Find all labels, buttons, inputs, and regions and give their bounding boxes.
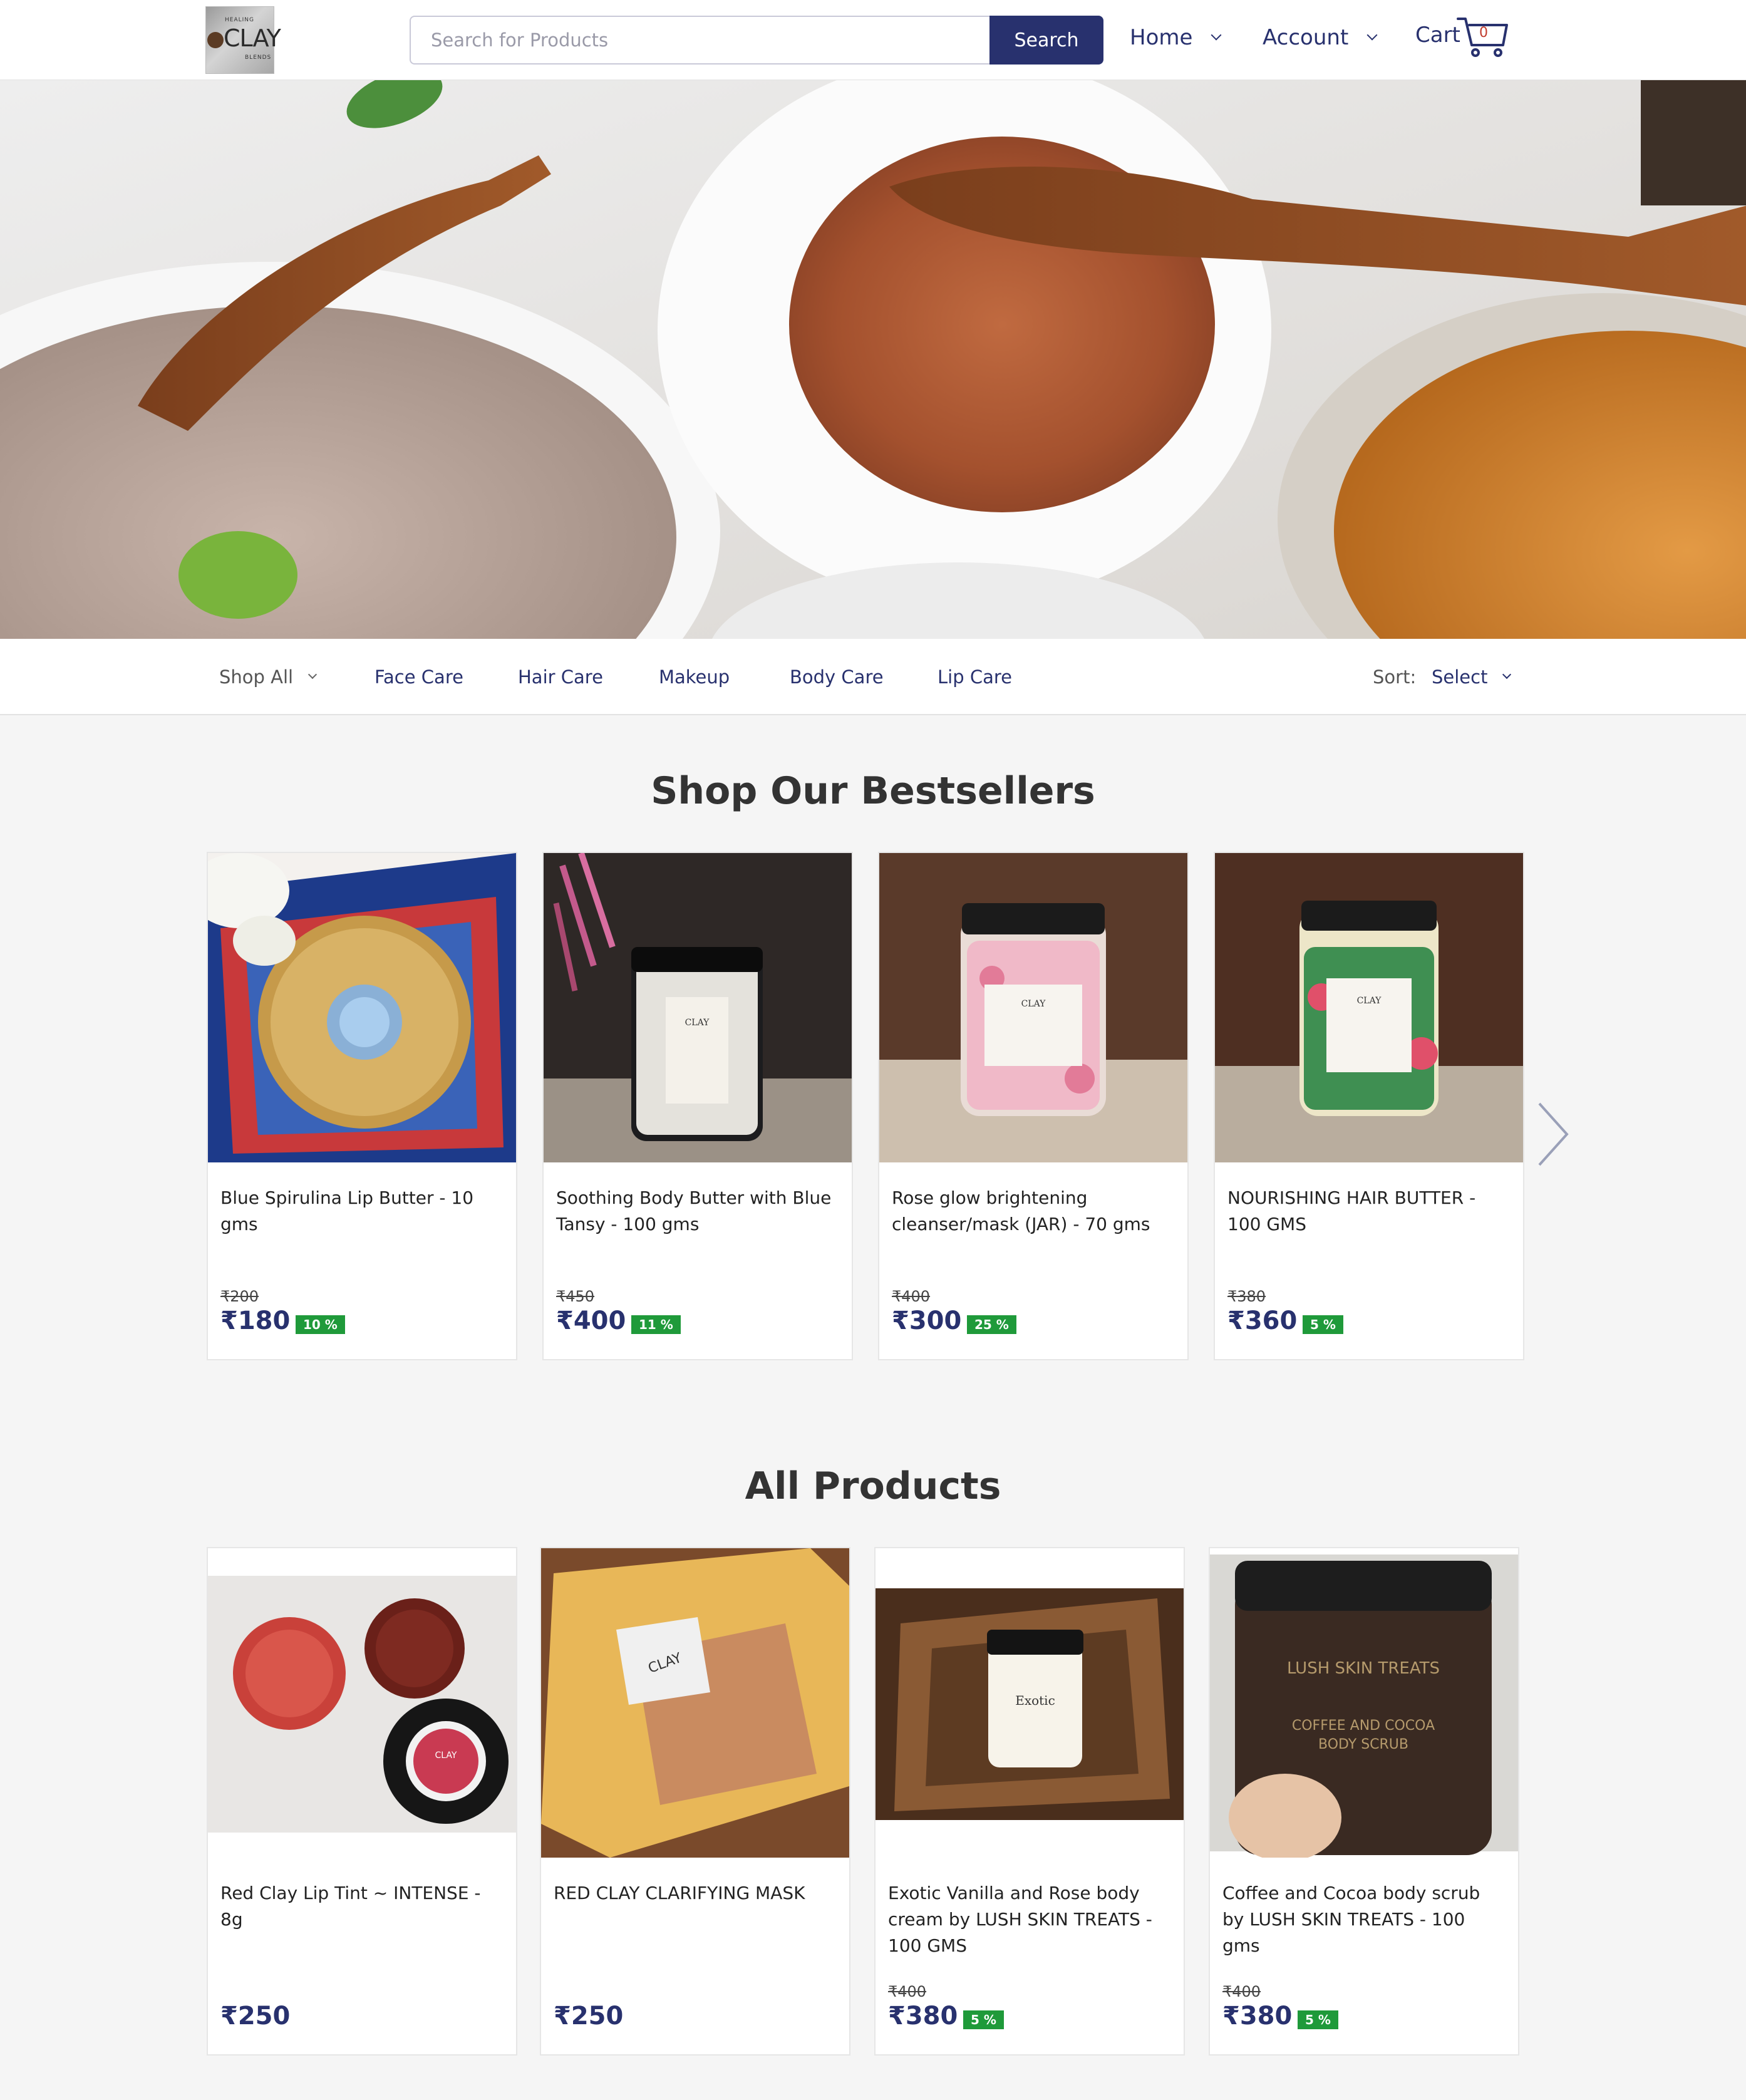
nav-account[interactable]: Account — [1263, 25, 1378, 50]
product-image[interactable]: CLAY — [1215, 853, 1523, 1162]
all-products-title: All Products — [745, 1464, 1001, 1508]
category-bar: Shop All Face Care Hair Care Makeup Body… — [0, 639, 1746, 715]
search-input[interactable] — [410, 16, 992, 65]
chevron-down-icon — [308, 670, 318, 680]
product-price: ₹180 — [220, 1306, 291, 1335]
product-name[interactable]: RED CLAY CLARIFYING MASK — [554, 1880, 835, 1906]
product-original-price: ₹400 — [1222, 1983, 1261, 2000]
product-card[interactable]: CLAY Red Clay Lip Tint ~ INTENSE - 8g ₹2… — [207, 1547, 517, 2056]
bestseller-card[interactable]: CLAY Rose glow brightening cleanser/mask… — [878, 852, 1189, 1360]
chevron-down-icon — [1211, 29, 1222, 41]
svg-text:CLAY: CLAY — [1357, 996, 1382, 1006]
product-card[interactable]: LUSH SKIN TREATS COFFEE AND COCOA BODY S… — [1209, 1547, 1519, 2056]
discount-badge: 11 % — [631, 1315, 681, 1334]
bestseller-card[interactable]: CLAY NOURISHING HAIR BUTTER - 100 GMS ₹3… — [1214, 852, 1524, 1360]
category-lip-care[interactable]: Lip Care — [938, 666, 1012, 688]
product-card[interactable]: Exotic Exotic Vanilla and Rose body crea… — [874, 1547, 1185, 2056]
cart-link[interactable]: Cart — [1415, 23, 1460, 48]
sort-value: Select — [1432, 666, 1488, 688]
hero-image — [0, 80, 1746, 639]
product-original-price: ₹400 — [892, 1288, 931, 1305]
category-makeup[interactable]: Makeup — [659, 666, 730, 688]
product-name[interactable]: Soothing Body Butter with Blue Tansy - 1… — [556, 1185, 838, 1238]
product-original-price: ₹200 — [220, 1288, 259, 1305]
product-image[interactable]: LUSH SKIN TREATS COFFEE AND COCOA BODY S… — [1210, 1548, 1518, 1858]
product-original-price: ₹400 — [888, 1983, 927, 2000]
discount-badge: 10 % — [296, 1315, 345, 1334]
chevron-down-icon — [1366, 29, 1378, 41]
logo-emblem — [207, 32, 224, 48]
hero-banner — [0, 80, 1746, 639]
product-name[interactable]: Exotic Vanilla and Rose body cream by LU… — [888, 1880, 1170, 1959]
nav-account-label: Account — [1263, 25, 1349, 50]
category-shop-all[interactable]: Shop All — [219, 666, 318, 688]
product-name[interactable]: Blue Spirulina Lip Butter - 10 gms — [220, 1185, 502, 1238]
discount-badge: 5 % — [963, 2010, 1004, 2029]
chevron-right-icon[interactable] — [1534, 1100, 1572, 1169]
product-price: ₹360 — [1227, 1306, 1298, 1335]
product-price: ₹250 — [554, 2002, 624, 2030]
svg-text:CLAY: CLAY — [435, 1751, 457, 1761]
bestseller-card[interactable]: Blue Spirulina Lip Butter - 10 gms ₹200 … — [207, 852, 517, 1360]
product-price: ₹300 — [892, 1306, 962, 1335]
logo-wordmark: CLAY — [224, 24, 281, 52]
nav-home[interactable]: Home — [1130, 25, 1222, 50]
svg-text:CLAY: CLAY — [685, 1018, 710, 1028]
site-header: HEALING CLAY BLENDS Search Home Account … — [0, 0, 1746, 80]
cart-count-badge: 0 — [1479, 25, 1488, 41]
category-body-care[interactable]: Body Care — [790, 666, 884, 688]
brand-logo[interactable]: HEALING CLAY BLENDS — [205, 6, 281, 74]
product-name[interactable]: NOURISHING HAIR BUTTER - 100 GMS — [1227, 1185, 1509, 1238]
discount-badge: 5 % — [1303, 1315, 1343, 1334]
product-image[interactable]: CLAY — [544, 853, 852, 1162]
sort-select[interactable]: Select — [1432, 666, 1512, 688]
svg-text:Exotic: Exotic — [1015, 1693, 1055, 1708]
product-image[interactable]: CLAY — [541, 1548, 849, 1858]
search-button[interactable]: Search — [989, 16, 1103, 65]
category-hair-care[interactable]: Hair Care — [518, 666, 603, 688]
product-image[interactable]: CLAY — [208, 1548, 516, 1858]
product-name[interactable]: Red Clay Lip Tint ~ INTENSE - 8g — [220, 1880, 502, 1933]
product-price: ₹400 — [556, 1306, 626, 1335]
sort-label: Sort: — [1373, 666, 1417, 688]
logo-bottom-text: BLENDS — [245, 54, 272, 61]
product-price: ₹380 — [1222, 2002, 1293, 2030]
product-name[interactable]: Coffee and Cocoa body scrub by LUSH SKIN… — [1222, 1880, 1504, 1959]
product-image[interactable]: CLAY — [879, 853, 1187, 1162]
category-face-care[interactable]: Face Care — [375, 666, 463, 688]
nav-home-label: Home — [1130, 25, 1193, 50]
svg-text:CLAY: CLAY — [1021, 999, 1046, 1009]
logo-top-text: HEALING — [225, 17, 254, 23]
product-card[interactable]: CLAY RED CLAY CLARIFYING MASK ₹250 — [540, 1547, 850, 2056]
product-original-price: ₹450 — [556, 1288, 595, 1305]
product-original-price: ₹380 — [1227, 1288, 1266, 1305]
product-name[interactable]: Rose glow brightening cleanser/mask (JAR… — [892, 1185, 1174, 1238]
svg-text:BODY SCRUB: BODY SCRUB — [1318, 1737, 1408, 1752]
svg-text:COFFEE AND COCOA: COFFEE AND COCOA — [1292, 1718, 1435, 1734]
svg-text:LUSH SKIN TREATS: LUSH SKIN TREATS — [1287, 1659, 1440, 1678]
product-image[interactable]: Exotic — [876, 1548, 1184, 1858]
category-label: Shop All — [219, 666, 294, 688]
product-image[interactable] — [208, 853, 516, 1162]
product-price: ₹250 — [220, 2002, 291, 2030]
product-price: ₹380 — [888, 2002, 958, 2030]
discount-badge: 25 % — [967, 1315, 1016, 1334]
bestsellers-title: Shop Our Bestsellers — [651, 769, 1095, 813]
bestseller-card[interactable]: CLAY Soothing Body Butter with Blue Tans… — [542, 852, 853, 1360]
discount-badge: 5 % — [1298, 2010, 1338, 2029]
chevron-down-icon — [1502, 670, 1512, 680]
